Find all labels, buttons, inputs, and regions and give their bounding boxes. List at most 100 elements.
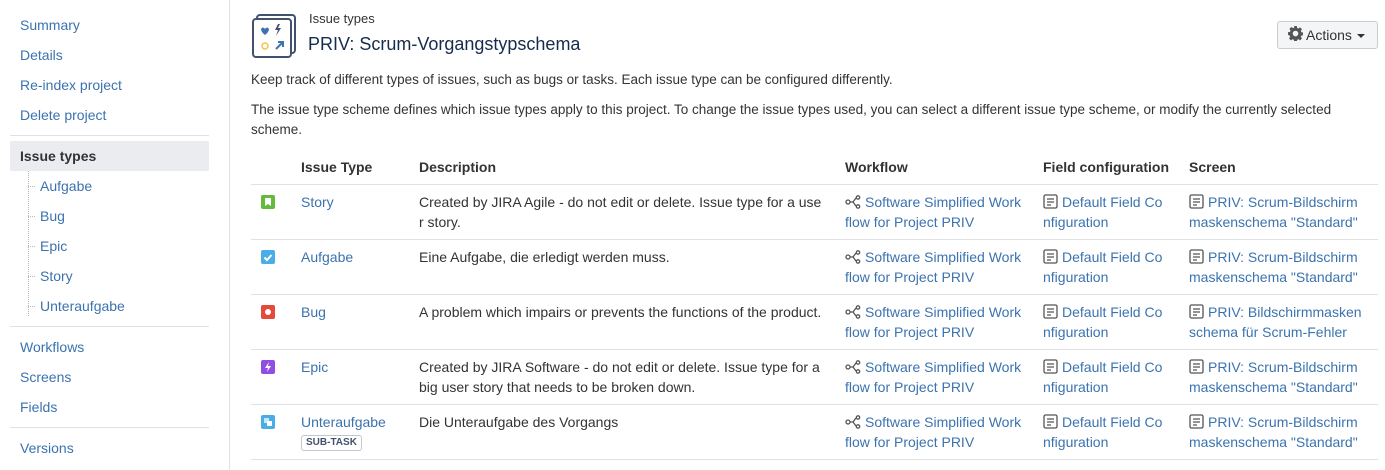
screen-scheme-link[interactable]: PRIV: Scrum-Bildschirm <box>1189 247 1374 269</box>
sidebar-subitem-unteraufgabe[interactable]: Unteraufgabe <box>40 296 125 316</box>
tree-connector <box>28 246 35 247</box>
workflow-link[interactable]: flow for Project PRIV <box>845 267 1030 287</box>
field-configuration-icon <box>1043 414 1058 434</box>
sidebar-divider <box>10 427 209 428</box>
workflow-link[interactable]: Software Simplified Work <box>845 412 1030 434</box>
workflow-link[interactable]: Software Simplified Work <box>845 302 1030 324</box>
col-header-description: Description <box>419 159 497 175</box>
col-header-screen: Screen <box>1189 159 1236 175</box>
screen-scheme-link[interactable]: PRIV: Scrum-Bildschirm <box>1189 412 1374 434</box>
sidebar-item-reindex-project[interactable]: Re-index project <box>20 75 122 95</box>
issue-type-name[interactable]: Unteraufgabe <box>301 412 386 432</box>
field-configuration-icon <box>1043 194 1058 214</box>
field-configuration-link[interactable]: Default Field Co <box>1043 357 1173 379</box>
table-divider <box>251 184 1378 185</box>
workflow-link[interactable]: Software Simplified Work <box>845 357 1030 379</box>
tree-connector <box>28 306 35 307</box>
sidebar-divider <box>10 326 209 327</box>
workflow-icon <box>845 359 861 379</box>
field-configuration-icon <box>1043 359 1058 379</box>
workflow-link[interactable]: Software Simplified Work <box>845 247 1030 269</box>
issue-type-name[interactable]: Story <box>301 192 334 212</box>
screen-scheme-link[interactable]: PRIV: Scrum-Bildschirm <box>1189 357 1374 379</box>
sidebar-subitem-epic[interactable]: Epic <box>40 236 67 256</box>
story-icon <box>261 195 275 209</box>
breadcrumb[interactable]: Issue types <box>309 11 375 26</box>
table-divider <box>251 349 1378 350</box>
tree-connector <box>28 216 35 217</box>
screen-scheme-link[interactable]: maskenschema "Standard" <box>1189 432 1374 452</box>
field-configuration-link[interactable]: Default Field Co <box>1043 412 1173 434</box>
screen-scheme-link[interactable]: schema für Scrum-Fehler <box>1189 322 1374 342</box>
sidebar-subitem-story[interactable]: Story <box>40 266 73 286</box>
screen-scheme-link[interactable]: maskenschema "Standard" <box>1189 212 1374 232</box>
sidebar-item-workflows[interactable]: Workflows <box>20 337 84 357</box>
screen-scheme-link[interactable]: PRIV: Scrum-Bildschirm <box>1189 192 1374 214</box>
field-configuration-link[interactable]: nfiguration <box>1043 322 1173 342</box>
field-configuration-link[interactable]: nfiguration <box>1043 432 1173 452</box>
issue-type-name[interactable]: Aufgabe <box>301 247 353 267</box>
workflow-icon <box>845 194 861 214</box>
issue-type-name[interactable]: Epic <box>301 357 328 377</box>
field-configuration-link[interactable]: Default Field Co <box>1043 302 1173 324</box>
gear-icon <box>1288 23 1304 49</box>
sidebar-subitem-bug[interactable]: Bug <box>40 206 65 226</box>
workflow-link[interactable]: flow for Project PRIV <box>845 432 1030 452</box>
project-sidebar: Summary Details Re-index project Delete … <box>0 0 230 470</box>
screen-scheme-link[interactable]: maskenschema "Standard" <box>1189 377 1374 397</box>
screen-scheme-link[interactable]: PRIV: Bildschirmmasken <box>1189 302 1374 324</box>
workflow-link[interactable]: flow for Project PRIV <box>845 322 1030 342</box>
workflow-link[interactable]: Software Simplified Work <box>845 192 1030 214</box>
issue-types-avatar-icon <box>251 13 297 59</box>
table-divider <box>251 239 1378 240</box>
scheme-description-cont: scheme. <box>251 122 303 137</box>
page-title: PRIV: Scrum-Vorgangstypschema <box>308 34 581 54</box>
issue-type-description: r story. <box>419 214 461 230</box>
sidebar-item-delete-project[interactable]: Delete project <box>20 105 106 125</box>
sidebar-item-versions[interactable]: Versions <box>20 438 74 458</box>
field-configuration-link[interactable]: nfiguration <box>1043 267 1173 287</box>
screen-icon <box>1189 359 1204 379</box>
field-configuration-link[interactable]: nfiguration <box>1043 377 1173 397</box>
issue-type-name[interactable]: Bug <box>301 302 326 322</box>
sidebar-divider <box>10 135 209 136</box>
workflow-link[interactable]: flow for Project PRIV <box>845 212 1030 232</box>
screen-icon <box>1189 414 1204 434</box>
field-configuration-icon <box>1043 249 1058 269</box>
epic-icon <box>261 360 275 374</box>
workflow-link[interactable]: flow for Project PRIV <box>845 377 1030 397</box>
tree-connector <box>28 276 35 277</box>
workflow-icon <box>845 304 861 324</box>
field-configuration-link[interactable]: Default Field Co <box>1043 192 1173 214</box>
table-divider <box>251 294 1378 295</box>
sidebar-item-details[interactable]: Details <box>20 45 63 65</box>
actions-button[interactable]: Actions <box>1277 21 1378 49</box>
screen-scheme-link[interactable]: maskenschema "Standard" <box>1189 267 1374 287</box>
field-configuration-icon <box>1043 304 1058 324</box>
sidebar-item-screens[interactable]: Screens <box>20 367 71 387</box>
screen-icon <box>1189 249 1204 269</box>
intro-text: Keep track of different types of issues,… <box>251 72 893 87</box>
issue-type-description: big user story that needs to be broken d… <box>419 379 696 395</box>
table-divider <box>251 404 1378 405</box>
col-header-workflow: Workflow <box>845 159 908 175</box>
table-divider <box>251 459 1378 460</box>
chevron-down-icon <box>1356 34 1365 39</box>
sidebar-item-fields[interactable]: Fields <box>20 397 57 417</box>
sidebar-subitem-aufgabe[interactable]: Aufgabe <box>40 176 92 196</box>
bug-icon <box>261 305 275 319</box>
sidebar-item-summary[interactable]: Summary <box>20 15 80 35</box>
screen-icon <box>1189 194 1204 214</box>
field-configuration-link[interactable]: Default Field Co <box>1043 247 1173 269</box>
issue-type-description: Created by JIRA Agile - do not edit or d… <box>419 194 822 210</box>
subtask-icon <box>261 415 275 429</box>
col-header-issue-type: Issue Type <box>301 159 373 175</box>
issue-type-description: Die Unteraufgabe des Vorgangs <box>419 414 619 430</box>
actions-label: Actions <box>1306 27 1352 43</box>
tree-connector <box>28 171 29 316</box>
issue-type-description: Created by JIRA Software - do not edit o… <box>419 359 820 375</box>
sidebar-item-issue-types[interactable]: Issue types <box>10 141 209 171</box>
col-header-field-configuration: Field configuration <box>1043 159 1169 175</box>
field-configuration-link[interactable]: nfiguration <box>1043 212 1173 232</box>
scheme-description: The issue type scheme defines which issu… <box>251 102 1332 117</box>
